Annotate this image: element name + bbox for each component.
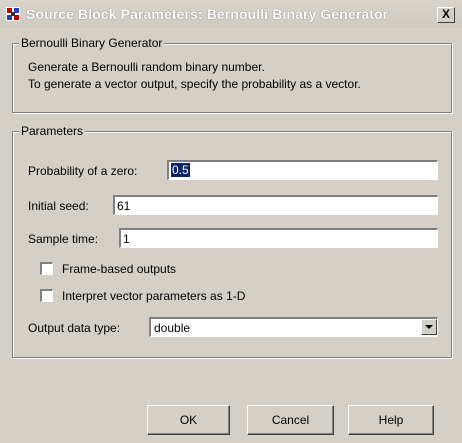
sample-time-input[interactable] xyxy=(119,228,438,248)
parameters-group: Parameters Probability of a zero: 0.5 In… xyxy=(12,124,452,358)
seed-label: Initial seed: xyxy=(28,199,89,213)
probability-input[interactable]: 0.5 xyxy=(167,160,438,180)
probability-label: Probability of a zero: xyxy=(28,164,138,178)
close-button[interactable]: X xyxy=(437,7,455,23)
simulink-block-icon xyxy=(6,7,20,21)
description-legend: Bernoulli Binary Generator xyxy=(19,36,165,50)
output-type-label: Output data type: xyxy=(28,321,121,335)
window-title: Source Block Parameters: Bernoulli Binar… xyxy=(26,6,389,22)
output-type-select[interactable]: double xyxy=(149,317,438,337)
interpret-1d-checkbox[interactable] xyxy=(40,289,53,302)
cancel-button[interactable]: Cancel xyxy=(247,405,334,435)
dialog-window: Source Block Parameters: Bernoulli Binar… xyxy=(0,0,462,443)
output-type-value: double xyxy=(154,321,191,335)
description-group: Bernoulli Binary Generator Generate a Be… xyxy=(12,36,452,113)
frame-based-checkbox[interactable] xyxy=(40,262,53,275)
ok-button[interactable]: OK xyxy=(147,405,230,435)
probability-value: 0.5 xyxy=(171,163,190,177)
sample-time-label: Sample time: xyxy=(28,232,99,246)
parameters-legend: Parameters xyxy=(19,124,86,138)
description-line-2: To generate a vector output, specify the… xyxy=(28,77,361,91)
description-line-1: Generate a Bernoulli random binary numbe… xyxy=(28,60,265,74)
chevron-down-icon[interactable] xyxy=(421,319,437,335)
seed-input[interactable] xyxy=(113,195,438,215)
title-bar[interactable]: Source Block Parameters: Bernoulli Binar… xyxy=(0,0,462,28)
interpret-1d-label: Interpret vector parameters as 1-D xyxy=(62,289,246,303)
help-button[interactable]: Help xyxy=(348,405,434,435)
frame-based-label: Frame-based outputs xyxy=(62,262,177,276)
